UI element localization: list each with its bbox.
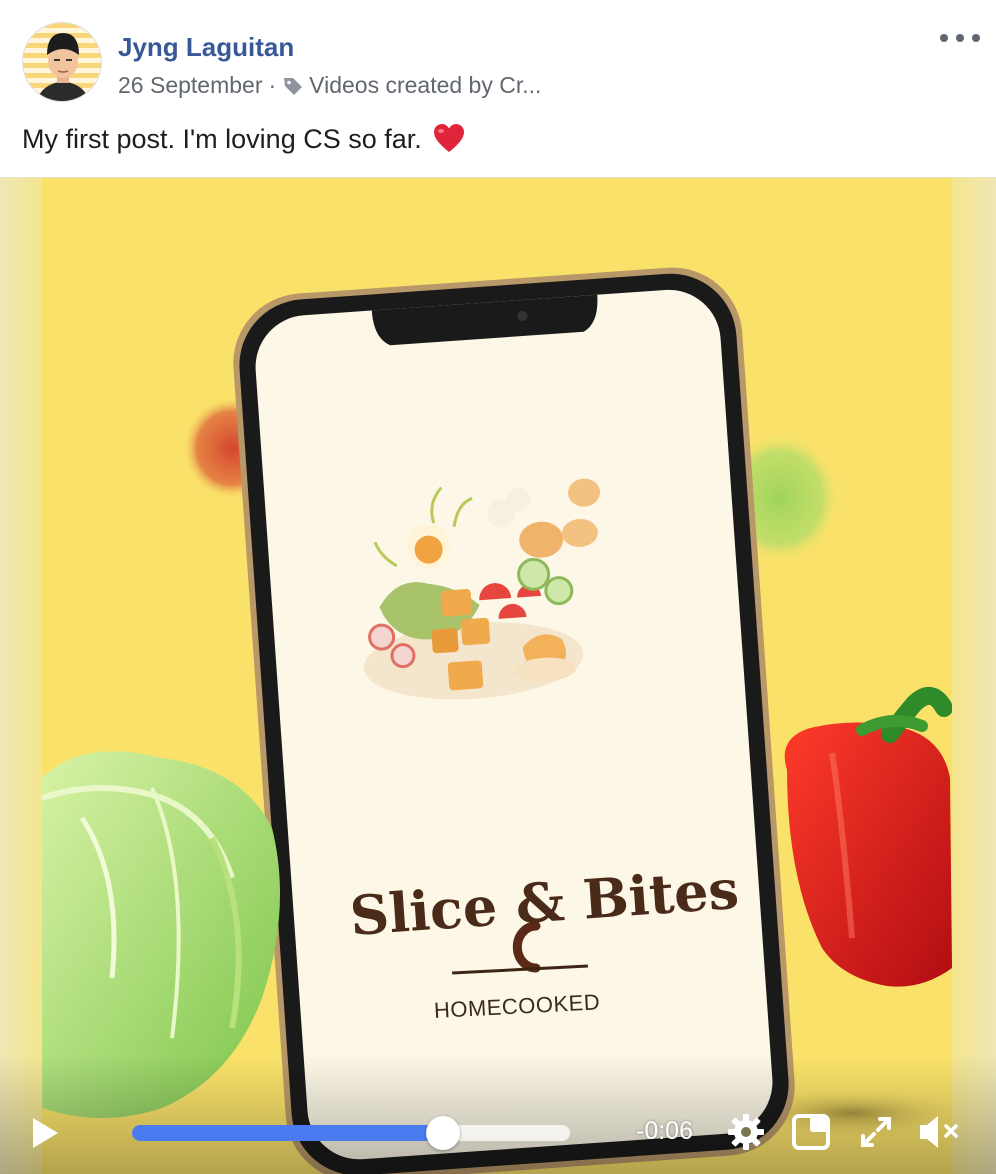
post-message-text: My first post. I'm loving CS so far. bbox=[22, 123, 422, 154]
video-player[interactable]: Slice & Bites HOMECOOKED bbox=[0, 178, 996, 1174]
progress-scrubber[interactable] bbox=[425, 1116, 460, 1150]
tag-link[interactable]: Videos created by Cr... bbox=[309, 72, 541, 99]
play-icon[interactable] bbox=[30, 1116, 60, 1150]
phone-mockup bbox=[233, 267, 795, 1174]
meta-separator: · bbox=[268, 72, 277, 98]
picture-in-picture-icon[interactable] bbox=[791, 1112, 831, 1152]
video-letterbox-left bbox=[0, 178, 42, 1174]
tag-icon bbox=[282, 75, 304, 97]
progress-bar[interactable] bbox=[132, 1116, 570, 1150]
post-header: Jyng Laguitan 26 September · Videos crea… bbox=[0, 0, 996, 178]
post-meta: 26 September · Videos created by Cr... bbox=[118, 72, 541, 99]
author-avatar[interactable] bbox=[22, 22, 102, 102]
muted-speaker-icon[interactable] bbox=[918, 1112, 958, 1152]
video-scene bbox=[42, 267, 952, 1174]
post-date[interactable]: 26 September bbox=[118, 72, 262, 99]
author-name-link[interactable]: Jyng Laguitan bbox=[118, 32, 294, 63]
fullscreen-icon[interactable] bbox=[856, 1112, 896, 1152]
settings-gear-icon[interactable] bbox=[726, 1112, 766, 1152]
red-pepper bbox=[784, 687, 952, 987]
more-options-icon[interactable] bbox=[940, 26, 980, 50]
post-message: My first post. I'm loving CS so far. bbox=[22, 122, 466, 156]
video-frame bbox=[42, 178, 952, 1174]
progress-fill bbox=[132, 1125, 443, 1141]
heart-emoji-icon bbox=[432, 122, 466, 156]
video-letterbox-right bbox=[952, 178, 996, 1174]
time-remaining: -0:06 bbox=[636, 1117, 693, 1145]
player-controls-bar bbox=[0, 1054, 996, 1174]
